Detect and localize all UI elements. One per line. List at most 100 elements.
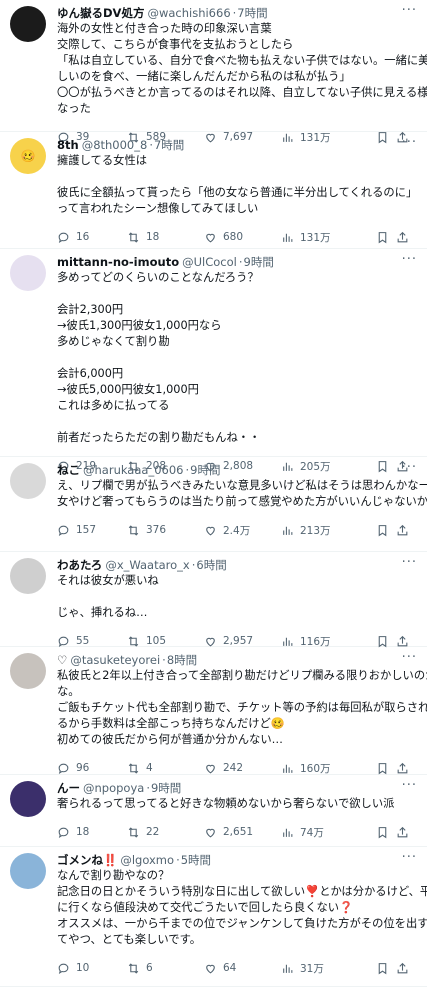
share-button[interactable] [396, 762, 410, 775]
display-name[interactable]: ♡ [57, 652, 67, 668]
reply-post[interactable]: mittann-no-imouto @UlCocol · 9時間 ··· 多めっ… [0, 249, 427, 473]
separator-dot: · [176, 853, 180, 867]
share-button[interactable] [396, 826, 410, 839]
repost-button[interactable]: 376 [127, 524, 204, 537]
repost-button[interactable]: 18 [127, 231, 204, 244]
retweet-icon [128, 231, 139, 243]
views-button[interactable]: 74万 [281, 825, 376, 840]
reply-button[interactable]: 96 [57, 762, 127, 775]
separator-dot: · [238, 255, 243, 269]
post-time[interactable]: 7時間 [237, 5, 267, 21]
post-time[interactable]: 5時間 [181, 852, 211, 868]
reply-post[interactable]: ゴメンね‼️ @lgoxmo · 5時間 ··· なんで割り勘やなの？ 記念日の日… [0, 847, 427, 987]
reply-post[interactable]: ねこ @harukaaa_0606 · 9時間 ··· え、リプ欄で男が払うべき… [0, 457, 427, 552]
views-button[interactable]: 131万 [281, 230, 376, 245]
avatar[interactable] [10, 558, 46, 594]
more-icon[interactable]: ··· [402, 4, 417, 17]
more-icon[interactable]: ··· [402, 851, 417, 864]
views-icon [283, 526, 293, 535]
post-time[interactable]: 9時間 [190, 462, 220, 478]
like-button[interactable]: 680 [204, 231, 281, 244]
like-button[interactable]: 64 [204, 962, 281, 975]
like-button[interactable]: 2.4万 [204, 523, 281, 538]
post-text-line: なんで割り勘やなの？ [57, 869, 170, 882]
bookmark-button[interactable] [376, 635, 396, 648]
user-handle[interactable]: @UlCocol [182, 254, 237, 270]
avatar[interactable]: 🥴 [10, 138, 46, 174]
user-handle[interactable]: @wachishi666 [147, 5, 230, 21]
repost-button[interactable]: 105 [127, 635, 204, 648]
reply-post[interactable]: わあたろ @x_Waataro_x · 6時間 ··· それは彼女が悪いね じゃ、… [0, 552, 427, 648]
more-icon[interactable]: ··· [402, 461, 417, 474]
bookmark-icon [378, 231, 387, 243]
bookmark-button[interactable] [376, 962, 396, 975]
post-time[interactable]: 9時間 [244, 254, 274, 270]
avatar[interactable] [10, 6, 46, 42]
display-name[interactable]: わあたろ [57, 557, 102, 573]
repost-count: 4 [146, 762, 153, 774]
share-button[interactable] [396, 231, 410, 244]
avatar[interactable] [10, 781, 46, 817]
reply-button[interactable]: 157 [57, 524, 127, 537]
more-icon[interactable]: ··· [402, 136, 417, 149]
repost-button[interactable]: 6 [127, 962, 204, 975]
post-text: 奢られるって思ってると好きな物頼めないから奢らないで欲しい派 [57, 796, 417, 812]
reply-post[interactable]: ♡ @tasuketeyorei · 8時間 ··· 私彼氏と2年以上付き合って… [0, 647, 427, 775]
reply-icon [58, 525, 69, 536]
reply-post[interactable]: ゆん嶽るDV処方 @wachishi666 · 7時間 ··· 海外の女性と付き… [0, 0, 427, 144]
like-button[interactable]: 242 [204, 762, 281, 775]
post-time[interactable]: 7時間 [154, 137, 184, 153]
reply-button[interactable]: 10 [57, 962, 127, 975]
reply-post[interactable]: んー @npopoya · 9時間 ··· 奢られるって思ってると好きな物頼めな… [0, 775, 427, 847]
bookmark-button[interactable] [376, 231, 396, 244]
share-button[interactable] [396, 962, 410, 975]
display-name[interactable]: ゴメンね‼️ [57, 852, 117, 868]
reply-button[interactable]: 16 [57, 231, 127, 244]
avatar[interactable] [10, 255, 46, 291]
post-text-line [57, 350, 417, 366]
views-button[interactable]: 213万 [281, 523, 376, 538]
avatar[interactable] [10, 463, 46, 499]
display-name[interactable]: んー [57, 780, 80, 796]
reply-post[interactable]: 🥴 8th @8th000_8 · 7時間 ··· 擁護してる女性は 彼氏に全額払… [0, 132, 427, 249]
post-text: 擁護してる女性は 彼氏に全額払って貰ったら「他の女なら普通に半分出してくれるのに」… [57, 153, 417, 217]
user-handle[interactable]: @harukaaa_0606 [83, 462, 183, 478]
like-button[interactable]: 2,957 [204, 635, 281, 648]
share-button[interactable] [396, 524, 410, 537]
user-handle[interactable]: @tasuketeyorei [70, 652, 160, 668]
bookmark-button[interactable] [376, 826, 396, 839]
views-button[interactable]: 160万 [281, 761, 376, 776]
user-handle[interactable]: @x_Waataro_x [105, 557, 189, 573]
post-time[interactable]: 6時間 [196, 557, 226, 573]
display-name[interactable]: mittann-no-imouto [57, 254, 179, 270]
more-icon[interactable]: ··· [402, 556, 417, 569]
post-text-line: え、リプ欄で男が払うべきみたいな意見多いけど私はそうは思わんかなー、 [57, 479, 427, 492]
reply-icon [58, 827, 69, 838]
avatar-glyph: 🥴 [20, 149, 36, 163]
more-icon[interactable]: ··· [402, 651, 417, 664]
more-icon[interactable]: ··· [402, 253, 417, 266]
repost-count: 22 [146, 826, 160, 838]
heart-icon [206, 637, 215, 646]
post-time[interactable]: 8時間 [167, 652, 197, 668]
display-name[interactable]: 8th [57, 137, 79, 153]
avatar[interactable] [10, 653, 46, 689]
avatar[interactable] [10, 853, 46, 889]
share-button[interactable] [396, 635, 410, 648]
bookmark-button[interactable] [376, 762, 396, 775]
like-button[interactable]: 2,651 [204, 826, 281, 839]
bookmark-button[interactable] [376, 524, 396, 537]
user-handle[interactable]: @npopoya [83, 780, 144, 796]
display-name[interactable]: ねこ [57, 462, 80, 478]
reply-button[interactable]: 18 [57, 826, 127, 839]
reply-button[interactable]: 55 [57, 635, 127, 648]
display-name[interactable]: ゆん嶽るDV処方 [57, 5, 144, 21]
like-count: 2,651 [223, 826, 254, 838]
repost-button[interactable]: 4 [127, 762, 204, 775]
user-handle[interactable]: @8th000_8 [82, 137, 148, 153]
post-time[interactable]: 9時間 [151, 780, 181, 796]
more-icon[interactable]: ··· [402, 779, 417, 792]
views-button[interactable]: 31万 [281, 961, 376, 976]
repost-button[interactable]: 22 [127, 826, 204, 839]
user-handle[interactable]: @lgoxmo [120, 852, 174, 868]
